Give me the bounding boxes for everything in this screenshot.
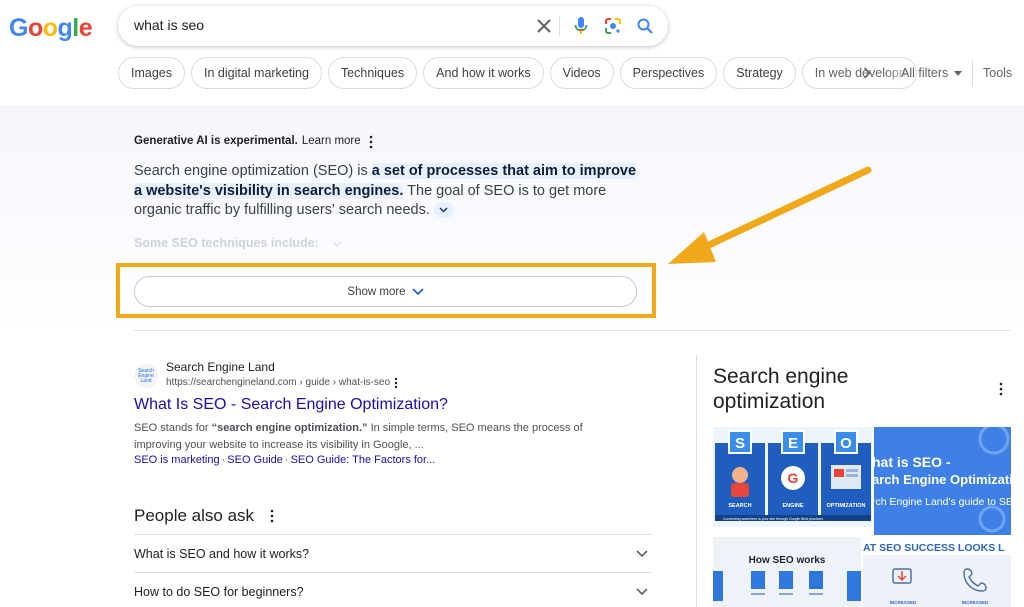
filters-divider	[972, 60, 973, 86]
chevron-right-icon[interactable]	[859, 63, 875, 83]
ai-text-prefix: Search engine optimization (SEO) is	[134, 163, 372, 179]
search-divider	[559, 16, 560, 36]
all-filters-button[interactable]: All filters	[901, 66, 963, 80]
img4-label: INCREASED	[890, 600, 917, 605]
annotation-arrow-icon	[668, 166, 872, 264]
microphone-icon[interactable]	[570, 15, 592, 37]
paa-question[interactable]: What is SEO and how it works?	[134, 534, 652, 572]
snippet-prefix: SEO stands for	[134, 422, 212, 434]
img3-title: How SEO works	[749, 555, 826, 566]
google-logo[interactable]: Google	[9, 14, 93, 43]
filter-chips: Images In digital marketing Techniques And …	[118, 57, 917, 91]
logo-letter: e	[78, 14, 93, 42]
seo-letter: O	[840, 435, 852, 452]
logo-letter: G	[9, 14, 28, 42]
img2-line: rch Engine Land's guide to SEO	[874, 496, 1011, 508]
paa-more-options-icon[interactable]	[268, 509, 276, 523]
filter-chip[interactable]: Techniques	[327, 57, 418, 89]
kp-image-what-is-seo[interactable]: hat is SEO - arch Engine Optimization rc…	[874, 427, 1011, 535]
knowledge-panel-divider	[696, 355, 697, 607]
sitelink[interactable]: SEO Guide: The Factors for...	[291, 454, 436, 466]
lens-icon[interactable]	[602, 15, 624, 37]
img2-line: arch Engine Optimization	[874, 472, 1011, 487]
seo-caption: OPTIMIZATION	[826, 503, 865, 509]
site-name[interactable]: Search Engine Land	[166, 360, 275, 374]
chevron-down-icon	[636, 549, 648, 557]
search-box[interactable]: what is seo	[118, 6, 668, 46]
logo-letter: o	[42, 14, 58, 42]
result-snippet: SEO stands for “search engine optimizati…	[134, 420, 604, 454]
kp-image-seo-success[interactable]: AT SEO SUCCESS LOOKS L INCREASED INCREAS…	[863, 537, 1011, 607]
filter-chip[interactable]: Strategy	[723, 57, 796, 89]
sitelink-separator: ·	[284, 454, 289, 466]
chevron-down-icon	[439, 207, 448, 213]
learn-more-link[interactable]: Learn more	[302, 135, 361, 147]
filter-chip[interactable]: Perspectives	[619, 57, 718, 89]
kp-image-how-seo-works[interactable]: How SEO works	[713, 537, 861, 607]
result-url[interactable]: https://searchengineland.com › guide › w…	[166, 377, 390, 388]
img4-title: AT SEO SUCCESS LOOKS L	[863, 542, 1005, 554]
caret-down-icon	[954, 70, 963, 76]
sitelink-separator: ·	[221, 454, 226, 466]
ai-faded-text: Some SEO techniques include:	[134, 236, 319, 250]
knowledge-panel-more-icon[interactable]	[997, 382, 1005, 396]
seo-letter: E	[788, 435, 798, 452]
faded-chevron-down-icon	[332, 241, 342, 247]
seo-letter: S	[735, 435, 745, 452]
tools-button[interactable]: Tools	[983, 66, 1012, 80]
filter-chip[interactable]: Images	[118, 57, 185, 89]
paa-question[interactable]: How to do SEO for beginners?	[134, 572, 652, 607]
logo-letter: g	[57, 14, 73, 42]
seo-caption: ENGINE	[782, 503, 803, 509]
snippet-bold: “search engine optimization.”	[211, 422, 368, 434]
paa-question-label: What is SEO and how it works?	[134, 546, 310, 561]
img2-line: hat is SEO -	[874, 454, 951, 470]
result-more-options-icon[interactable]	[392, 377, 400, 389]
kp-image-seo-infographic[interactable]: S E O G SEARCH ENGINE OPTIMIZATION Conne…	[713, 427, 872, 527]
ai-experimental-text: Generative AI is experimental.	[134, 135, 298, 147]
sitelink[interactable]: SEO Guide	[227, 454, 283, 466]
paa-question-label: How to do SEO for beginners?	[134, 584, 304, 599]
img4-label: INCREASED	[962, 600, 989, 605]
search-input[interactable]: what is seo	[134, 17, 204, 33]
chevron-down-icon	[636, 587, 648, 595]
people-also-ask-title: People also ask	[134, 506, 255, 525]
site-favicon[interactable]: Search Engine Land	[134, 364, 158, 388]
section-separator	[134, 330, 1010, 331]
svg-text:G: G	[788, 470, 799, 486]
filter-chip[interactable]: Videos	[549, 57, 614, 89]
filter-chip[interactable]: And how it works	[423, 57, 544, 89]
ai-overview-label: Generative AI is experimental. Learn mor…	[134, 135, 361, 147]
seo-caption: SEARCH	[728, 503, 751, 509]
sitelink[interactable]: SEO is marketing	[134, 454, 220, 466]
annotation-highlight-box	[116, 263, 656, 318]
knowledge-panel-title: Search engine optimization	[713, 365, 849, 413]
ai-overview-text: Search engine optimization (SEO) is a se…	[134, 162, 644, 221]
seo-footer: Connecting searchers to your site throug…	[723, 517, 823, 521]
search-icon[interactable]	[634, 15, 656, 37]
expand-source-button[interactable]	[433, 202, 454, 219]
clear-icon[interactable]	[533, 15, 555, 37]
all-filters-label: All filters	[901, 66, 949, 80]
ai-more-options-icon[interactable]	[366, 135, 376, 149]
result-title-link[interactable]: What Is SEO - Search Engine Optimization…	[134, 396, 448, 414]
sitelinks: SEO is marketing · SEO Guide · SEO Guide: Th…	[134, 454, 435, 466]
filter-chip[interactable]: In digital marketing	[191, 57, 322, 89]
logo-letter: o	[27, 14, 43, 42]
header: Google what is seo Images In digital mar…	[0, 0, 1024, 105]
